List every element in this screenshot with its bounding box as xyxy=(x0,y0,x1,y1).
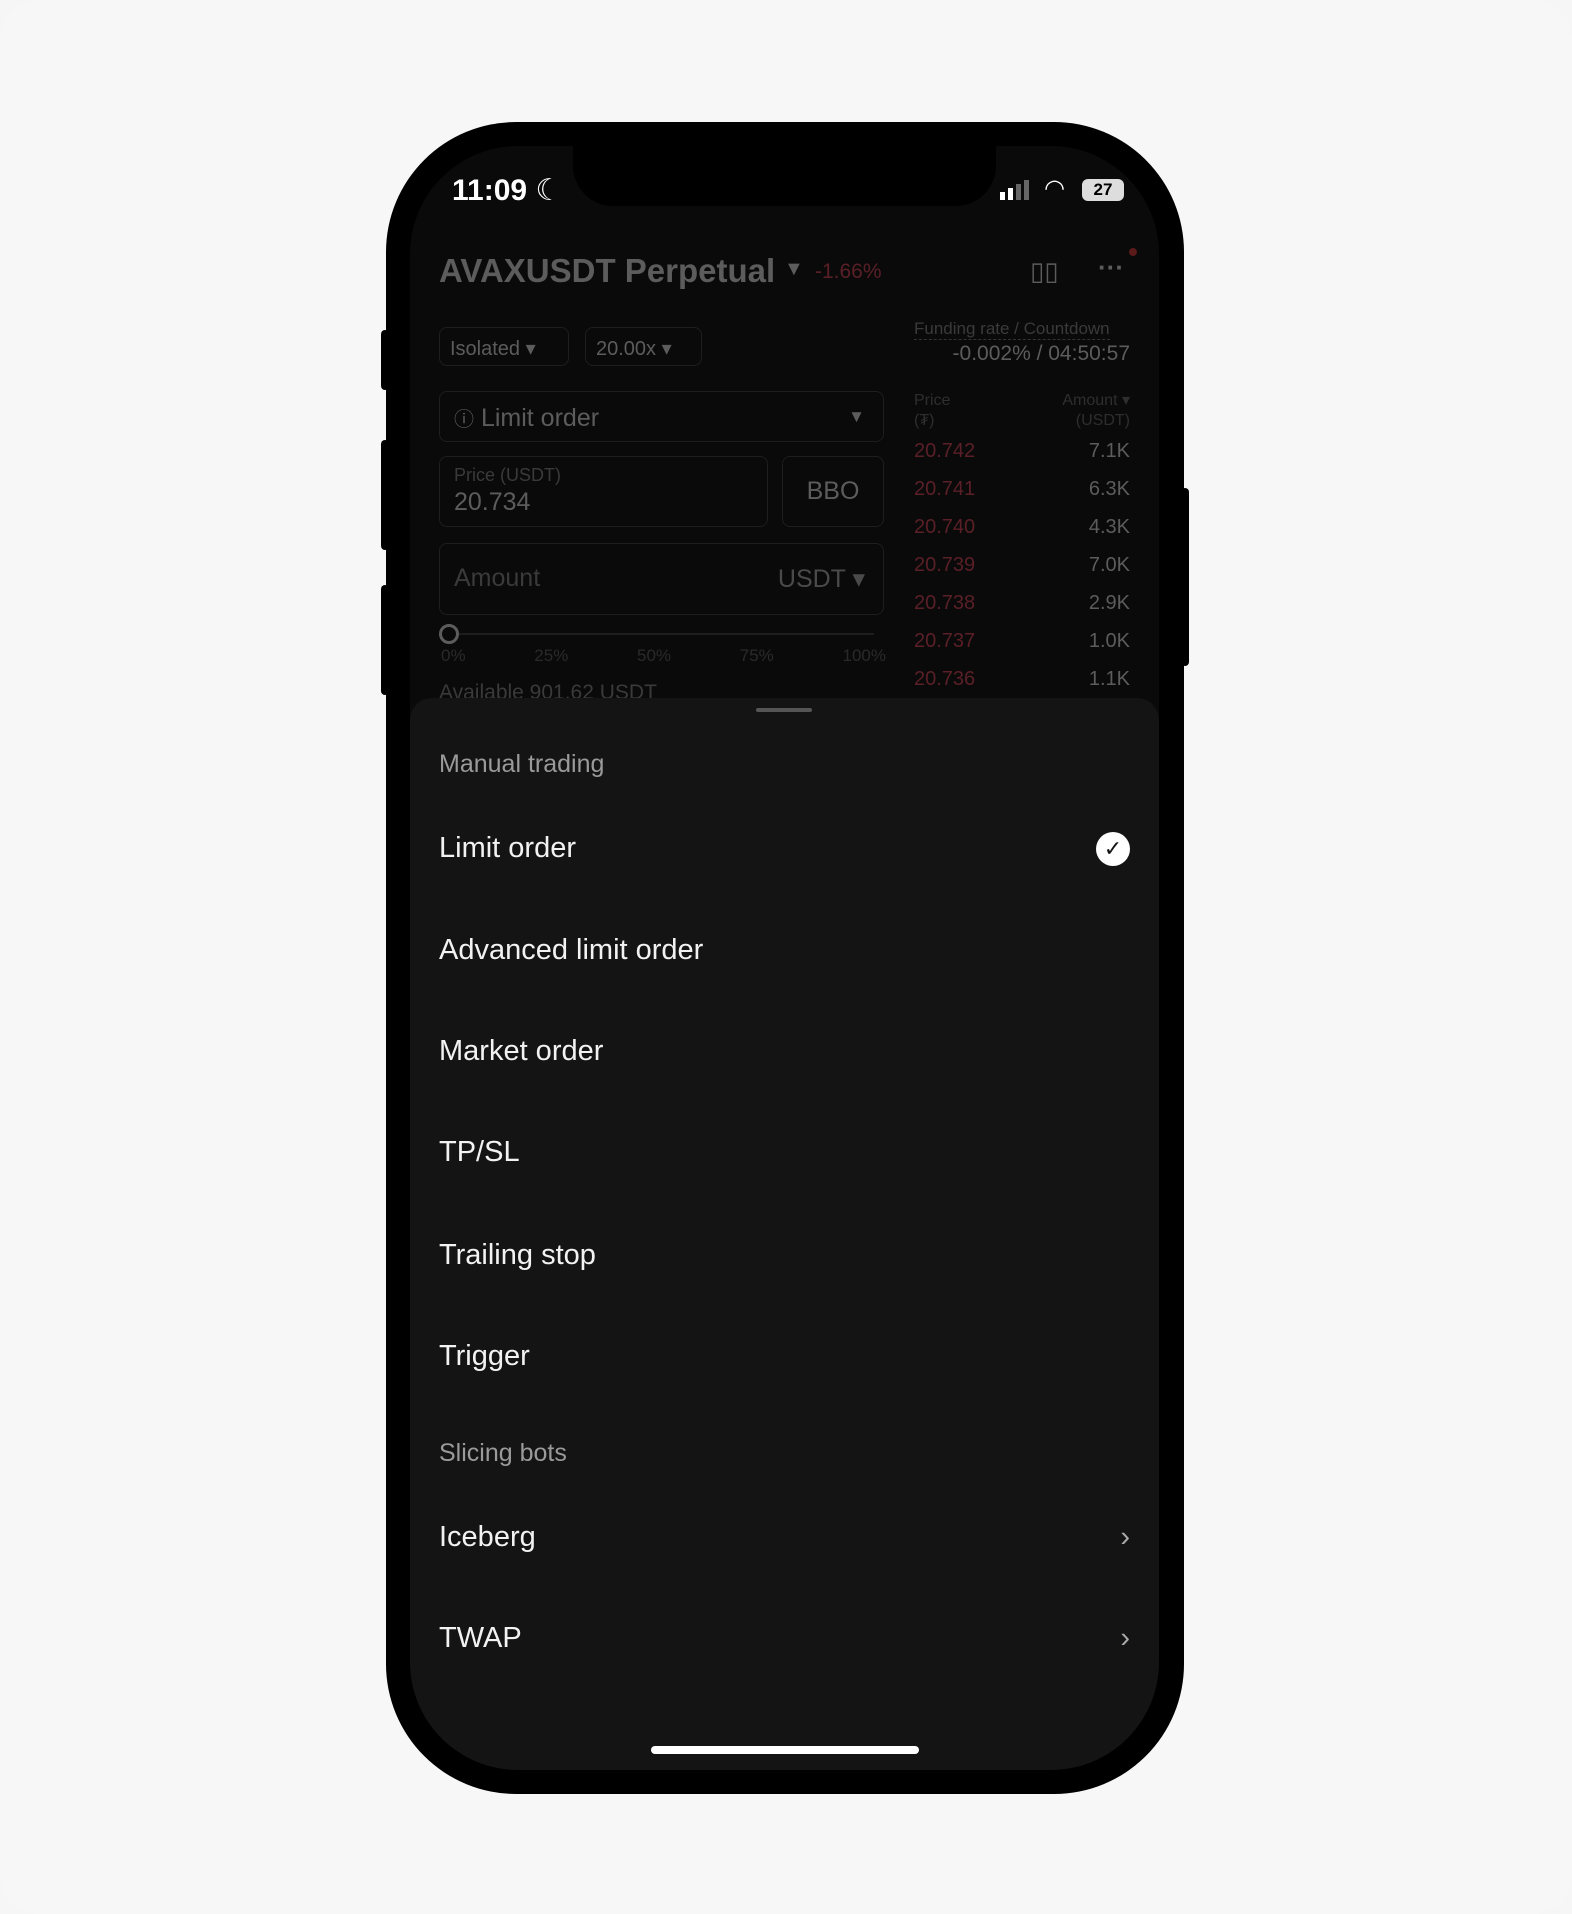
menu-item-label: Trailing stop xyxy=(439,1239,596,1271)
bbo-button[interactable]: BBO xyxy=(782,456,884,527)
margin-mode-label: Isolated xyxy=(450,338,521,360)
menu-item[interactable]: Limit order ✓ xyxy=(439,832,1130,872)
ask-amount: 4.3K xyxy=(1088,516,1130,538)
menu-item-label: Trigger xyxy=(439,1340,530,1372)
menu-item-label: TP/SL xyxy=(439,1136,520,1168)
order-type-select[interactable]: ⓘ Limit order ▼ xyxy=(439,391,884,442)
candlestick-chart-icon[interactable]: ▯▯ xyxy=(1030,256,1059,287)
home-indicator xyxy=(651,1746,919,1754)
ask-price: 20.741 xyxy=(914,478,976,500)
chevron-down-icon: ▼ xyxy=(848,407,865,426)
orderbook-row[interactable]: 20.741 6.3K xyxy=(914,478,1130,501)
phone-screen: 11:09 ☾ ◠ 27 AVAXUSDT Perpetual ▼ -1.66%… xyxy=(410,146,1159,1770)
ask-amount: 2.9K xyxy=(1088,592,1130,614)
menu-item[interactable]: TP/SL xyxy=(439,1136,1130,1176)
menu-item[interactable]: TWAP › xyxy=(439,1622,1130,1655)
menu-item-label: Limit order xyxy=(439,832,576,864)
menu-item[interactable]: Advanced limit order xyxy=(439,934,1130,974)
amount-input[interactable]: Amount USDT ▾ xyxy=(439,543,884,615)
orderbook-amount-header[interactable]: Amount ▾ (USDT) xyxy=(1062,391,1130,431)
price-change: -1.66% xyxy=(815,260,882,283)
slider-mark: 75% xyxy=(739,646,774,665)
orderbook-row[interactable]: 20.742 7.1K xyxy=(914,440,1130,463)
battery-icon: 27 xyxy=(1082,179,1124,201)
ask-price: 20.742 xyxy=(914,440,976,462)
amount-unit-select[interactable]: USDT ▾ xyxy=(778,564,865,594)
ask-amount: 1.1K xyxy=(1088,668,1130,690)
chevron-right-icon: › xyxy=(1120,1622,1130,1654)
notification-dot xyxy=(1129,248,1137,256)
chevron-right-icon: › xyxy=(1120,1521,1130,1553)
amount-placeholder: Amount xyxy=(454,564,541,592)
leverage-select[interactable]: 20.00x ▾ xyxy=(585,327,702,366)
amount-slider[interactable] xyxy=(448,633,874,635)
menu-item-label: Iceberg xyxy=(439,1521,536,1553)
orderbook-row[interactable]: 20.736 1.1K xyxy=(914,668,1130,691)
price-value: 20.734 xyxy=(454,488,531,516)
ask-amount: 6.3K xyxy=(1088,478,1130,500)
title-dropdown-icon[interactable]: ▼ xyxy=(784,258,804,281)
price-unit: (₮) xyxy=(914,412,935,429)
menu-item-label: Advanced limit order xyxy=(439,934,704,966)
sheet-drag-handle[interactable] xyxy=(756,708,812,712)
ask-amount: 7.0K xyxy=(1088,554,1130,576)
ask-price: 20.740 xyxy=(914,516,976,538)
time: 11:09 xyxy=(452,174,528,207)
status-time: 11:09 ☾ xyxy=(452,173,562,208)
orderbook-row[interactable]: 20.738 2.9K xyxy=(914,592,1130,615)
orderbook-row[interactable]: 20.740 4.3K xyxy=(914,516,1130,539)
price-input[interactable]: Price (USDT) 20.734 xyxy=(439,456,768,527)
slider-marks: 0% 25% 50% 75% 100% xyxy=(441,646,886,666)
slider-mark: 100% xyxy=(842,646,886,665)
margin-mode-select[interactable]: Isolated ▾ xyxy=(439,327,569,366)
page-title[interactable]: AVAXUSDT Perpetual xyxy=(439,252,775,290)
ask-price: 20.739 xyxy=(914,554,976,576)
ask-amount: 7.1K xyxy=(1088,440,1130,462)
slider-mark: 25% xyxy=(534,646,569,665)
orderbook-row[interactable]: 20.739 7.0K xyxy=(914,554,1130,577)
ask-price: 20.738 xyxy=(914,592,976,614)
menu-item[interactable]: Iceberg › xyxy=(439,1521,1130,1554)
slider-mark: 0% xyxy=(441,646,466,665)
funding-value: -0.002% / 04:50:57 xyxy=(952,342,1130,365)
info-icon: ⓘ xyxy=(454,409,474,431)
battery-level: 27 xyxy=(1093,180,1113,199)
menu-item-label: TWAP xyxy=(439,1622,522,1654)
ask-price: 20.736 xyxy=(914,668,976,690)
notch xyxy=(573,146,996,206)
price-label: Price (USDT) xyxy=(454,465,561,485)
amount-unit: USDT xyxy=(777,565,846,593)
order-type-label: Limit order xyxy=(480,404,600,432)
funding-label[interactable]: Funding rate / Countdown xyxy=(914,319,1110,340)
menu-item[interactable]: Trigger xyxy=(439,1340,1130,1380)
menu-item-label: Market order xyxy=(439,1035,604,1067)
menu-item[interactable]: Trailing stop xyxy=(439,1239,1130,1279)
section-slicing-bots: Slicing bots xyxy=(439,1439,567,1467)
menu-item[interactable]: Market order xyxy=(439,1035,1130,1075)
price-header: Price xyxy=(914,392,951,409)
slider-handle[interactable] xyxy=(439,624,459,644)
orderbook-row[interactable]: 20.737 1.0K xyxy=(914,630,1130,653)
ask-price: 20.737 xyxy=(914,630,976,652)
signal-icon xyxy=(1000,180,1029,200)
ask-amount: 1.0K xyxy=(1088,630,1130,652)
slider-mark: 50% xyxy=(637,646,672,665)
moon-icon: ☾ xyxy=(535,174,563,207)
amount-header: Amount xyxy=(1062,392,1118,409)
section-manual-trading: Manual trading xyxy=(439,750,605,778)
orderbook-price-header: Price (₮) xyxy=(914,391,950,431)
leverage-label: 20.00x xyxy=(596,338,657,360)
amount-unit-header: (USDT) xyxy=(1075,412,1130,429)
wifi-icon: ◠ xyxy=(1044,175,1065,202)
more-icon[interactable]: ··· xyxy=(1098,252,1124,283)
order-type-sheet: Manual trading Limit order ✓ Advanced limi… xyxy=(410,698,1159,1770)
check-icon: ✓ xyxy=(1096,832,1130,866)
